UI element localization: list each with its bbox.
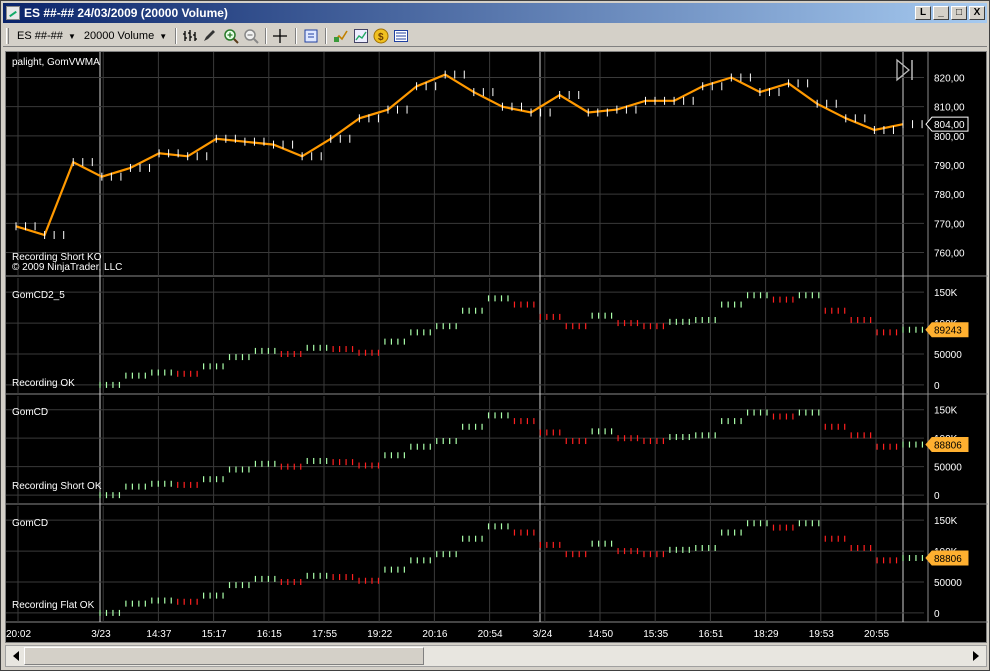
account-button[interactable]: $ xyxy=(371,27,391,45)
strategy-icon xyxy=(354,28,369,43)
chart-app-icon xyxy=(6,6,20,20)
marks-layer xyxy=(15,70,924,616)
x-tick-label: 19:53 xyxy=(809,629,834,640)
y-tick-label: 50000 xyxy=(934,350,962,361)
chart-window: ES ##-## 24/03/2009 (20000 Volume) L _ □… xyxy=(0,0,990,671)
cd3-status: Recording Flat OK xyxy=(12,600,95,611)
toolbar-separator xyxy=(295,27,298,44)
grid-layer xyxy=(6,52,988,623)
minimize-button[interactable]: _ xyxy=(933,6,949,20)
last-value-label: 804,00 xyxy=(934,120,965,131)
y-tick-label: 0 xyxy=(934,381,940,392)
svg-text:$: $ xyxy=(378,32,384,43)
crosshair-icon xyxy=(273,28,288,43)
x-tick-label: 19:22 xyxy=(367,629,392,640)
chart-toolbar: ES ##-## ▼ 20000 Volume ▼ $ xyxy=(3,25,987,47)
x-tick-label: 3/23 xyxy=(91,629,111,640)
x-tick-label: 20:55 xyxy=(864,629,889,640)
zoom-in-icon xyxy=(224,28,239,44)
instrument-selector[interactable]: ES ##-## ▼ xyxy=(13,30,80,42)
pen-icon xyxy=(204,29,216,41)
bar-style-button[interactable] xyxy=(181,27,201,45)
scroll-left-icon[interactable] xyxy=(8,648,24,664)
chart-svg[interactable]: palight, GomVWMA Recording Short KO © 20… xyxy=(6,52,988,644)
y-tick-label: 0 xyxy=(934,491,940,502)
toolbar-separator xyxy=(265,27,268,44)
x-tick-label: 20:16 xyxy=(422,629,447,640)
indicators-icon xyxy=(334,30,348,42)
y-tick-label: 0 xyxy=(934,609,940,620)
cd2-status: Recording Short OK xyxy=(12,481,102,492)
interval-selector[interactable]: 20000 Volume ▼ xyxy=(80,30,171,42)
y-tick-label: 780,00 xyxy=(934,190,965,201)
money-icon: $ xyxy=(373,28,389,43)
data-box-icon xyxy=(394,29,409,42)
toolbar-separator xyxy=(175,27,178,44)
scrollbar-thumb[interactable] xyxy=(24,647,424,665)
x-tick-label: 20:02 xyxy=(6,629,31,640)
y-tick-label: 50000 xyxy=(934,463,962,474)
x-tick-label: 14:50 xyxy=(588,629,613,640)
instrument-label: ES ##-## xyxy=(17,29,63,42)
properties-button[interactable] xyxy=(301,27,321,45)
x-tick-label: 3/24 xyxy=(533,629,553,640)
y-tick-label: 150K xyxy=(934,406,958,417)
title-bar[interactable]: ES ##-## 24/03/2009 (20000 Volume) L _ □… xyxy=(3,3,987,23)
x-tick-label: 16:51 xyxy=(698,629,723,640)
y-tick-label: 50000 xyxy=(934,578,962,589)
maximize-button[interactable]: □ xyxy=(951,6,967,20)
chevron-down-icon: ▼ xyxy=(67,31,76,41)
cd1-status: Recording OK xyxy=(12,378,75,389)
cd2-panel-label: GomCD xyxy=(12,407,48,418)
strategy-button[interactable] xyxy=(351,27,371,45)
close-button[interactable]: X xyxy=(969,6,985,20)
x-tick-label: 17:55 xyxy=(312,629,337,640)
cd1-panel-label: GomCD2_5 xyxy=(12,290,65,301)
link-button[interactable]: L xyxy=(915,6,931,20)
toolbar-separator xyxy=(325,27,328,44)
interval-label: 20000 Volume xyxy=(83,29,155,42)
zoom-out-icon xyxy=(244,28,259,44)
zoom-out-button[interactable] xyxy=(241,27,261,45)
scroll-right-icon[interactable] xyxy=(968,648,984,664)
x-tick-label: 18:29 xyxy=(754,629,779,640)
crosshair-button[interactable] xyxy=(271,27,291,45)
last-value-marker: 88806 xyxy=(925,550,969,566)
bar-chart-icon xyxy=(183,29,198,41)
vwma-line xyxy=(15,73,904,237)
y-tick-label: 760,00 xyxy=(934,249,965,260)
indicators-button[interactable] xyxy=(331,27,351,45)
draw-tool-button[interactable] xyxy=(201,27,221,45)
x-tick-label: 20:54 xyxy=(478,629,503,640)
last-value-label: 88806 xyxy=(934,441,962,452)
x-tick-label: 15:35 xyxy=(643,629,668,640)
y-tick-label: 820,00 xyxy=(934,74,965,85)
y-tick-label: 790,00 xyxy=(934,161,965,172)
properties-icon xyxy=(304,29,318,42)
data-box-button[interactable] xyxy=(391,27,411,45)
last-value-marker: 89243 xyxy=(925,322,969,338)
price-panel-label: palight, GomVWMA xyxy=(12,57,100,68)
y-tick-label: 150K xyxy=(934,288,958,299)
x-tick-label: 16:15 xyxy=(257,629,282,640)
y-tick-label: 810,00 xyxy=(934,103,965,114)
chart-canvas[interactable]: palight, GomVWMA Recording Short KO © 20… xyxy=(5,51,988,644)
y-tick-label: 770,00 xyxy=(934,219,965,230)
x-tick-label: 15:17 xyxy=(202,629,227,640)
last-value-marker: 88806 xyxy=(925,437,969,453)
cd3-panel-label: GomCD xyxy=(12,518,48,529)
x-tick-label: 14:37 xyxy=(146,629,171,640)
price-status-2: © 2009 NinjaTrader, LLC xyxy=(12,262,122,273)
horizontal-scrollbar[interactable] xyxy=(5,645,987,667)
y-tick-label: 150K xyxy=(934,516,958,527)
last-value-marker: 804,00 xyxy=(925,116,969,132)
chevron-down-icon: ▼ xyxy=(159,31,168,41)
zoom-in-button[interactable] xyxy=(221,27,241,45)
window-title: ES ##-## 24/03/2009 (20000 Volume) xyxy=(24,6,228,20)
last-value-label: 89243 xyxy=(934,326,962,337)
y-tick-label: 800,00 xyxy=(934,132,965,143)
toolbar-grip xyxy=(6,27,9,44)
last-value-label: 88806 xyxy=(934,554,962,565)
